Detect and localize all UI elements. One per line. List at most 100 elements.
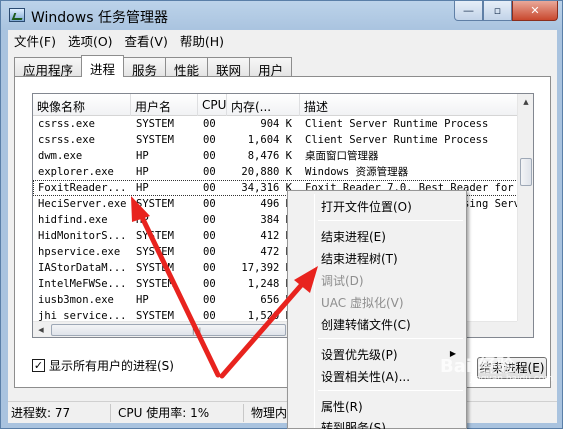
context-menu: 打开文件位置(O) 结束进程(E) 结束进程树(T) 调试(D) UAC 虚拟化…: [287, 190, 467, 429]
cell-memory: 1,604 K: [247, 134, 292, 146]
tab-strip: 应用程序 进程 服务 性能 联网 用户: [14, 55, 293, 78]
menu-gutter: [314, 194, 315, 428]
close-button[interactable]: ✕: [512, 1, 558, 21]
show-all-users-row[interactable]: ✓ 显示所有用户的进程(S): [32, 357, 174, 374]
menu-properties[interactable]: 属性(R): [321, 398, 363, 415]
cell-user-name: HP: [136, 150, 149, 162]
menu-set-affinity[interactable]: 设置相关性(A)...: [321, 368, 410, 385]
column-user-name[interactable]: 用户名: [131, 94, 198, 116]
table-row[interactable]: csrss.exe SYSTEM 00 904 K Client Server Runt…: [33, 116, 518, 132]
tab-users[interactable]: 用户: [249, 57, 293, 78]
menu-separator: [318, 338, 463, 339]
show-all-users-checkbox[interactable]: ✓: [32, 359, 45, 372]
cell-cpu: 00: [203, 134, 216, 146]
cell-cpu: 00: [203, 150, 216, 162]
caption-buttons: — ▫ ✕: [454, 1, 558, 21]
cell-image-name: iusb3mon.exe: [38, 294, 114, 306]
list-header: 映像名称 用户名 CPU 内存(... 描述: [33, 94, 518, 116]
task-manager-icon: [9, 8, 25, 22]
cell-image-name: csrss.exe: [38, 134, 95, 146]
cell-image-name: hpservice.exe: [38, 246, 121, 258]
cell-user-name: SYSTEM: [136, 262, 174, 274]
vertical-scrollbar[interactable]: ▲: [517, 94, 533, 322]
cell-user-name: SYSTEM: [136, 278, 174, 290]
table-row[interactable]: dwm.exe HP 00 8,476 K 桌面窗口管理器: [33, 148, 518, 164]
tab-applications[interactable]: 应用程序: [14, 57, 83, 78]
cell-memory: 20,880 K: [241, 166, 292, 178]
tab-services[interactable]: 服务: [123, 57, 167, 78]
cell-user-name: HP: [136, 166, 149, 178]
cell-user-name: SYSTEM: [136, 134, 174, 146]
cell-cpu: 00: [203, 246, 216, 258]
cell-description: 桌面窗口管理器: [305, 150, 379, 162]
table-row[interactable]: csrss.exe SYSTEM 00 1,604 K Client Server Ru…: [33, 132, 518, 148]
menu-separator: [318, 390, 463, 391]
cell-description: Client Server Runtime Process: [305, 118, 489, 130]
table-row[interactable]: explorer.exe HP 00 20,880 K Windows 资源管理器: [33, 164, 518, 180]
cell-image-name: hidfind.exe: [38, 214, 108, 226]
menu-end-process-tree[interactable]: 结束进程树(T): [321, 250, 398, 267]
menu-separator: [318, 220, 463, 221]
maximize-button[interactable]: ▫: [483, 1, 512, 21]
menu-view[interactable]: 查看(V): [119, 31, 174, 50]
status-bar: 进程数: 77 CPU 使用率: 1% 物理内存: [8, 401, 557, 423]
cell-memory: 904 K: [260, 118, 292, 130]
baidu-watermark-url: jingyan.baidu.com: [470, 374, 554, 384]
cell-image-name: csrss.exe: [38, 118, 95, 130]
grip-icon: |||: [192, 327, 203, 335]
title-bar[interactable]: Windows 任务管理器 — ▫ ✕: [1, 1, 563, 29]
scroll-up-icon[interactable]: ▲: [518, 94, 533, 110]
cell-cpu: 00: [203, 278, 216, 290]
tab-processes[interactable]: 进程: [81, 55, 125, 77]
cell-user-name: HP: [136, 214, 149, 226]
scroll-left-icon[interactable]: ◀: [33, 322, 49, 337]
column-cpu[interactable]: CPU: [198, 94, 227, 116]
column-image-name[interactable]: 映像名称: [33, 94, 131, 116]
cell-description: Windows 资源管理器: [305, 166, 409, 178]
cell-image-name: HeciServer.exe: [38, 198, 127, 210]
menu-options[interactable]: 选项(O): [62, 31, 119, 50]
menu-debug: 调试(D): [321, 274, 364, 288]
cell-memory: 8,476 K: [247, 150, 292, 162]
column-memory[interactable]: 内存(...: [227, 94, 300, 116]
cell-image-name: HidMonitorS...: [38, 230, 127, 242]
tab-networking[interactable]: 联网: [207, 57, 251, 78]
cell-cpu: 00: [203, 198, 216, 210]
processes-panel: 映像名称 用户名 CPU 内存(... 描述 csrss.exe SYSTEM 00…: [14, 76, 551, 388]
cell-user-name: SYSTEM: [136, 198, 174, 210]
cell-cpu: 00: [203, 214, 216, 226]
column-description[interactable]: 描述: [300, 94, 518, 116]
cell-user-name: HP: [136, 294, 149, 306]
menu-end-process[interactable]: 结束进程(E): [321, 228, 386, 245]
menu-file[interactable]: 文件(F): [8, 31, 62, 50]
minimize-button[interactable]: —: [454, 1, 483, 21]
menu-open-file-location[interactable]: 打开文件位置(O): [321, 198, 412, 215]
menu-go-to-services[interactable]: 转到服务(S): [321, 419, 386, 429]
menu-create-dump-file[interactable]: 创建转储文件(C): [321, 316, 411, 333]
cell-user-name: SYSTEM: [136, 246, 174, 258]
scroll-corner: [517, 321, 533, 337]
cell-cpu: 00: [203, 230, 216, 242]
cell-cpu: 00: [203, 262, 216, 274]
cell-image-name: FoxitReader...: [38, 182, 127, 194]
show-all-users-label: 显示所有用户的进程(S): [49, 359, 174, 373]
cell-description: Client Server Runtime Process: [305, 134, 489, 146]
cell-user-name: SYSTEM: [136, 230, 174, 242]
tab-performance[interactable]: 性能: [165, 57, 209, 78]
cell-user-name: SYSTEM: [136, 118, 174, 130]
cell-cpu: 00: [203, 294, 216, 306]
menu-uac-virtualization: UAC 虚拟化(V): [321, 296, 404, 310]
cell-image-name: IAStorDataM...: [38, 262, 127, 274]
cell-image-name: IntelMeFWSe...: [38, 278, 127, 290]
menu-help[interactable]: 帮助(H): [174, 31, 230, 50]
window-title: Windows 任务管理器: [31, 10, 168, 26]
status-cpu-usage: CPU 使用率: 1%: [111, 403, 244, 422]
horizontal-scroll-thumb[interactable]: |||: [51, 324, 286, 336]
menu-bar: 文件(F) 选项(O) 查看(V) 帮助(H): [8, 30, 557, 50]
cell-image-name: explorer.exe: [38, 166, 114, 178]
vertical-scroll-thumb[interactable]: [520, 158, 532, 186]
status-process-count: 进程数: 77: [8, 403, 111, 422]
cell-image-name: dwm.exe: [38, 150, 83, 162]
cell-cpu: 00: [203, 182, 216, 194]
menu-set-priority[interactable]: 设置优先级(P): [321, 346, 398, 363]
